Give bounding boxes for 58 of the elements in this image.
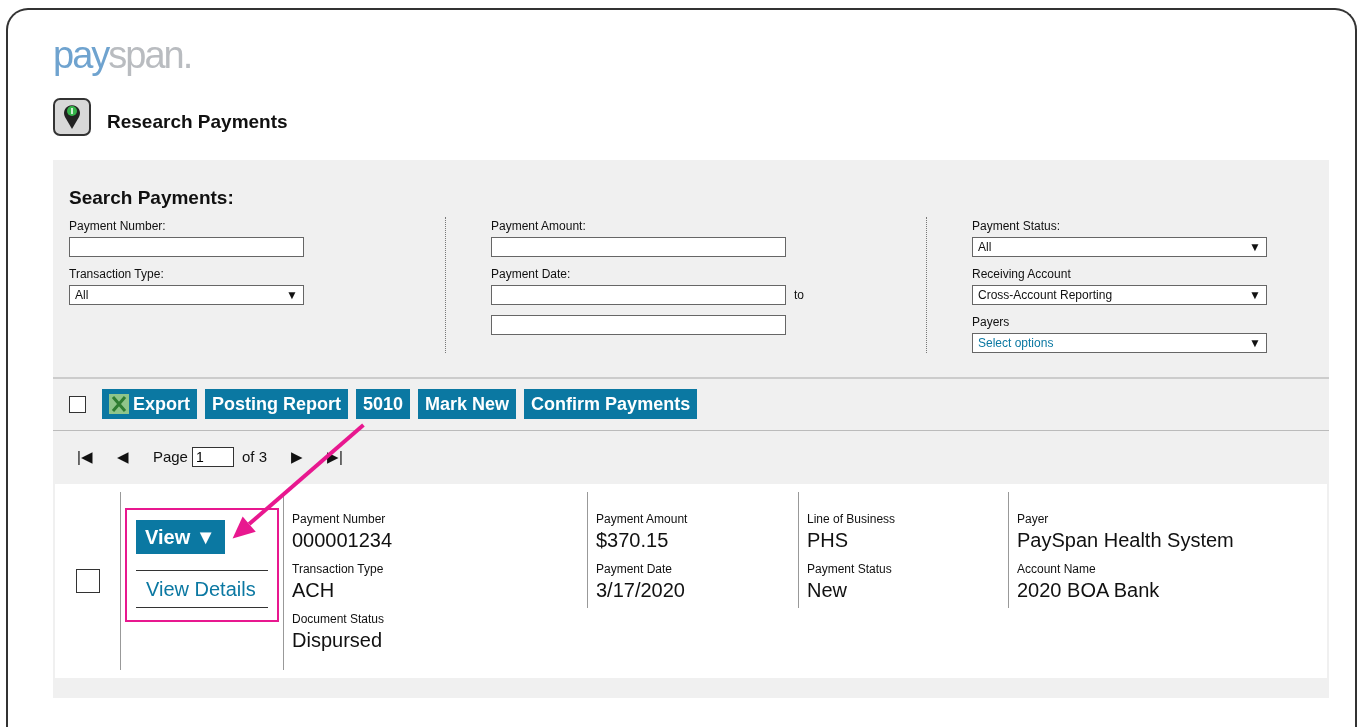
view-details-link[interactable]: View Details	[136, 569, 268, 608]
field-value: ACH	[292, 577, 336, 602]
toolbar-button[interactable]: Confirm Payments	[524, 389, 698, 419]
input-field[interactable]	[69, 236, 304, 257]
dropdown-field[interactable]: All ▼	[972, 236, 1267, 257]
field-label: Payers	[972, 313, 1011, 331]
field-value: 2020 BOA Bank	[1017, 577, 1161, 602]
next-page-button[interactable]: ▶	[291, 445, 303, 469]
field-label: Line of Business	[807, 510, 897, 528]
field-label: Payment Amount	[596, 510, 689, 528]
page-label: Page	[152, 446, 188, 467]
spreadsheet-icon	[109, 394, 129, 414]
page-count: of 3	[241, 446, 267, 467]
field-label: Account Name	[1017, 560, 1097, 578]
field-value: Dispursed	[292, 627, 384, 652]
field-label: Payment Status	[807, 560, 893, 578]
field-label: Payment Number	[292, 510, 387, 528]
dropdown-arrow[interactable]: ▼	[1249, 285, 1261, 304]
field-label: Payment Amount:	[491, 217, 587, 235]
dropdown-field[interactable]: Select options ▼	[972, 332, 1267, 353]
field-label: Payer	[1017, 510, 1050, 528]
dropdown-field[interactable]: All ▼	[69, 284, 304, 305]
field-label: Receiving Account	[972, 265, 1072, 283]
toolbar-button[interactable]: Posting Report	[205, 389, 348, 419]
field-label: Transaction Type:	[69, 265, 165, 283]
field-label: Document Status	[292, 610, 386, 628]
previous-page-button[interactable]: ◀	[116, 445, 129, 469]
export-button[interactable]: Export	[102, 389, 197, 419]
field-label: Payment Status:	[972, 217, 1062, 235]
logo: payspan.	[53, 36, 193, 74]
field-value: 3/17/2020	[596, 577, 686, 602]
range-separator: to	[794, 286, 804, 304]
field-label: Payment Number:	[69, 217, 167, 235]
select-all-checkbox[interactable]	[69, 395, 86, 413]
field-value: PHS	[807, 527, 850, 552]
row-checkbox[interactable]	[75, 568, 100, 593]
toolbar-button[interactable]: Mark New	[418, 389, 517, 419]
input-field[interactable]	[491, 314, 786, 335]
view-button[interactable]: View ▼	[136, 519, 225, 554]
field-value: New	[807, 577, 848, 602]
field-label: Payment Date	[596, 560, 674, 578]
field-label: Transaction Type	[292, 560, 385, 578]
input-field[interactable]	[491, 284, 786, 305]
page-title: Research Payments	[107, 109, 288, 134]
dropdown-arrow[interactable]: ▼	[1249, 333, 1261, 352]
first-page-button[interactable]: |◀	[77, 445, 93, 469]
toolbar-button[interactable]: 5010	[356, 389, 411, 419]
section-title: Search Payments:	[69, 186, 235, 210]
map-pin-icon	[53, 98, 91, 136]
input-field[interactable]	[491, 236, 786, 257]
field-value: PaySpan Health System	[1017, 527, 1235, 552]
dropdown-arrow[interactable]: ▼	[1249, 237, 1261, 256]
dropdown-arrow[interactable]: ▼	[286, 285, 298, 304]
field-value: $370.15	[596, 527, 670, 552]
field-value: 000001234	[292, 527, 394, 552]
field-label: Payment Date:	[491, 265, 572, 283]
page-input[interactable]: 1	[191, 447, 234, 467]
dropdown-field[interactable]: Cross-Account Reporting ▼	[972, 284, 1267, 305]
